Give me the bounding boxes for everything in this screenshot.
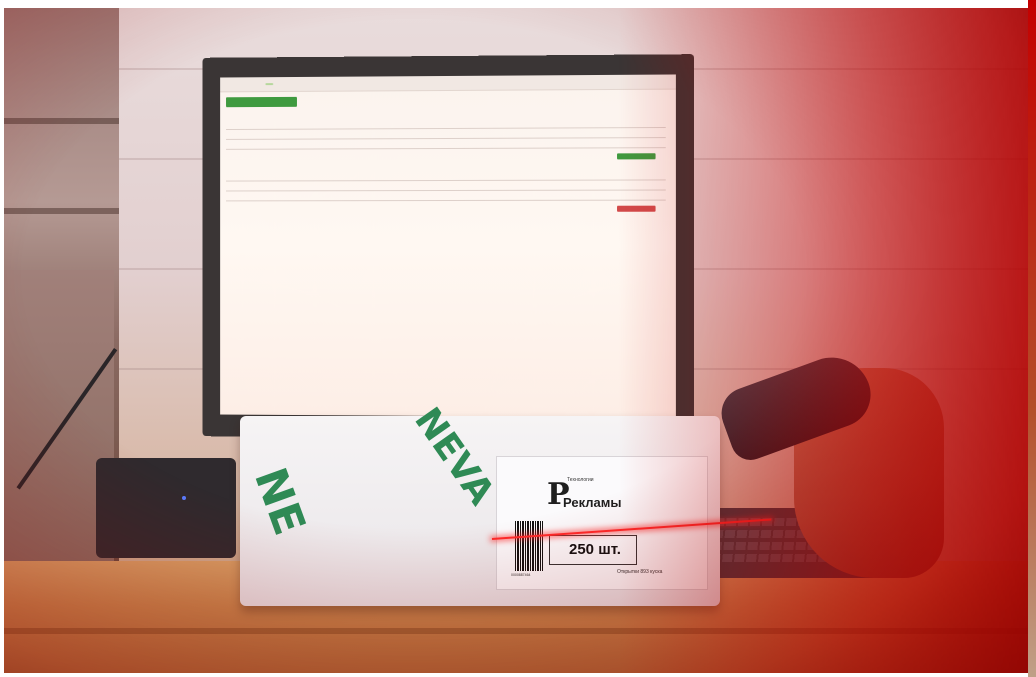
table-divider	[226, 189, 666, 192]
secondary-button[interactable]	[269, 96, 297, 107]
photo-scene: NE NEVA Р Технологии Рекламы 0000887464 …	[4, 8, 1028, 673]
table-divider	[226, 126, 666, 131]
shelf-board	[4, 208, 119, 214]
shipping-label: Р Технологии Рекламы 0000887464 250 шт. …	[496, 456, 708, 590]
primary-button[interactable]	[226, 97, 272, 108]
quantity-value: 250 шт.	[569, 541, 621, 558]
printer-device	[96, 458, 236, 558]
nav-tab-active[interactable]	[265, 83, 274, 86]
table-divider	[226, 199, 666, 202]
package-print-text: NEVA	[406, 400, 502, 513]
brand-top-text: Технологии	[567, 477, 594, 483]
label-footer: Открытки 893 куска	[617, 569, 663, 575]
shelf-board	[4, 118, 119, 124]
app-nav-bar	[220, 74, 676, 93]
table-divider	[226, 179, 666, 182]
adjacent-image-strip	[1028, 0, 1036, 677]
barcode-number: 0000887464	[511, 573, 531, 577]
action-button-green[interactable]	[617, 153, 656, 160]
package-print-text: NE	[244, 461, 315, 542]
action-button-red[interactable]	[617, 205, 656, 212]
brand-bottom-text: Рекламы	[563, 495, 622, 510]
monitor	[202, 54, 695, 440]
table-divider	[226, 137, 666, 140]
wrapped-package: NE NEVA Р Технологии Рекламы 0000887464 …	[240, 401, 720, 606]
desk-edge	[4, 628, 1028, 634]
monitor-screen	[220, 74, 676, 418]
barcode	[515, 521, 543, 571]
status-led	[182, 496, 186, 500]
table-divider	[226, 147, 666, 150]
